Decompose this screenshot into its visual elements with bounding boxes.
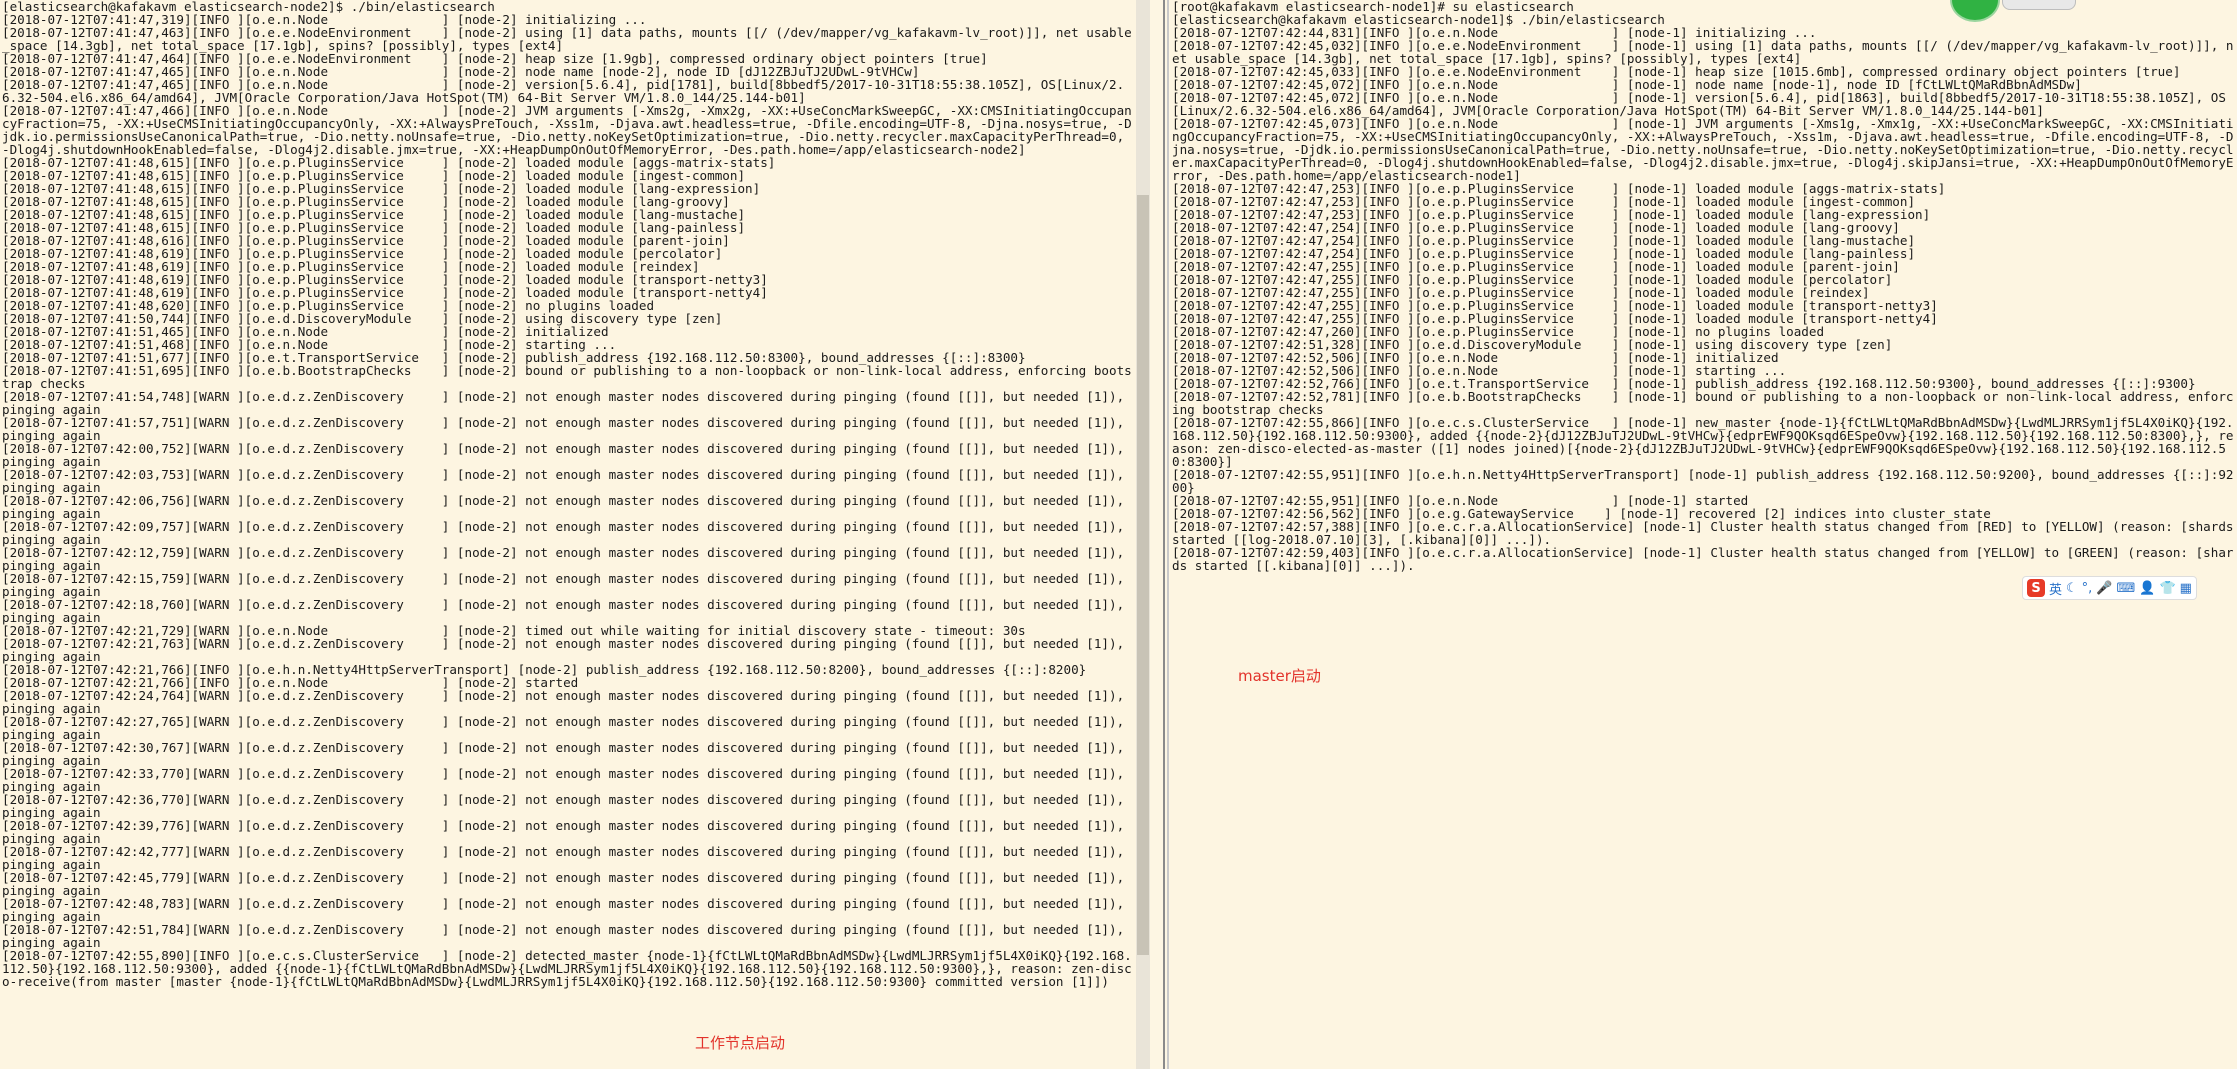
log-line: [2018-07-12T07:42:42,777][WARN ][o.e.d.z…	[2, 844, 1132, 872]
log-line: [2018-07-12T07:42:45,779][WARN ][o.e.d.z…	[2, 870, 1132, 898]
log-line: [2018-07-12T07:42:21,763][WARN ][o.e.d.z…	[2, 636, 1132, 664]
log-line: [2018-07-12T07:42:00,752][WARN ][o.e.d.z…	[2, 441, 1132, 469]
log-line: [2018-07-12T07:42:36,770][WARN ][o.e.d.z…	[2, 792, 1132, 820]
log-line: [2018-07-12T07:42:52,781][INFO ][o.e.b.B…	[1172, 389, 2234, 417]
pane-divider	[1163, 0, 1165, 1069]
log-line: [2018-07-12T07:42:57,388][INFO ][o.e.c.r…	[1172, 519, 2234, 547]
log-line: [2018-07-12T07:42:48,783][WARN ][o.e.d.z…	[2, 896, 1132, 924]
user-icon[interactable]: 👤	[2139, 581, 2155, 596]
log-line: [2018-07-12T07:41:47,463][INFO ][o.e.e.N…	[2, 25, 1132, 53]
log-line: [2018-07-12T07:42:39,776][WARN ][o.e.d.z…	[2, 818, 1132, 846]
log-line: [2018-07-12T07:42:09,757][WARN ][o.e.d.z…	[2, 519, 1132, 547]
worker-node-annotation: 工作节点启动	[695, 1034, 786, 1052]
log-line: [2018-07-12T07:42:06,756][WARN ][o.e.d.z…	[2, 493, 1132, 521]
scrollbar-thumb[interactable]	[1137, 195, 1149, 955]
punctuation-icon[interactable]: °,	[2082, 581, 2093, 596]
terminal-right[interactable]: [root@kafakavm elasticsearch-node1]# su …	[1170, 0, 2237, 1069]
floating-widget[interactable]	[2002, 0, 2076, 10]
log-line: [2018-07-12T07:42:03,753][WARN ][o.e.d.z…	[2, 467, 1132, 495]
log-line: [2018-07-12T07:41:47,466][INFO ][o.e.n.N…	[2, 103, 1132, 157]
log-line: [2018-07-12T07:41:51,695][INFO ][o.e.b.B…	[2, 363, 1132, 391]
log-line: [2018-07-12T07:42:12,759][WARN ][o.e.d.z…	[2, 545, 1132, 573]
log-line: [2018-07-12T07:42:51,784][WARN ][o.e.d.z…	[2, 922, 1132, 950]
log-line: [2018-07-12T07:42:30,767][WARN ][o.e.d.z…	[2, 740, 1132, 768]
sogou-logo-icon[interactable]: S	[2027, 579, 2045, 597]
log-line: [2018-07-12T07:42:33,770][WARN ][o.e.d.z…	[2, 766, 1132, 794]
log-line: [2018-07-12T07:42:15,759][WARN ][o.e.d.z…	[2, 571, 1132, 599]
pane-divider-shadow	[1167, 0, 1169, 1069]
moon-icon[interactable]: ☾	[2066, 581, 2078, 596]
log-line: [2018-07-12T07:42:55,866][INFO ][o.e.c.s…	[1172, 415, 2234, 469]
log-line: [2018-07-12T07:42:27,765][WARN ][o.e.d.z…	[2, 714, 1132, 742]
log-line: [2018-07-12T07:41:57,751][WARN ][o.e.d.z…	[2, 415, 1132, 443]
log-line: [2018-07-12T07:42:45,072][INFO ][o.e.n.N…	[1172, 90, 2226, 118]
master-annotation: master启动	[1238, 667, 1321, 685]
terminal-left-output: [elasticsearch@kafakavm elasticsearch-no…	[0, 0, 1136, 988]
log-line: [2018-07-12T07:42:59,403][INFO ][o.e.c.r…	[1172, 545, 2234, 573]
terminal-left-scrollbar[interactable]	[1136, 0, 1150, 1069]
microphone-icon[interactable]: 🎤	[2096, 581, 2112, 596]
ime-toolbar[interactable]: S 英 ☾ °, 🎤 ⌨ 👤 👕 ▦	[2022, 576, 2197, 600]
skin-icon[interactable]: 👕	[2159, 581, 2175, 596]
log-line: [2018-07-12T07:41:47,465][INFO ][o.e.n.N…	[2, 77, 1125, 105]
log-line: [2018-07-12T07:42:55,951][INFO ][o.e.h.n…	[1172, 467, 2234, 495]
keyboard-icon[interactable]: ⌨	[2117, 581, 2136, 596]
log-line: [2018-07-12T07:41:54,748][WARN ][o.e.d.z…	[2, 389, 1132, 417]
log-line: [2018-07-12T07:42:55,890][INFO ][o.e.c.s…	[2, 948, 1132, 989]
log-line: [2018-07-12T07:42:18,760][WARN ][o.e.d.z…	[2, 597, 1132, 625]
log-line: [2018-07-12T07:42:45,032][INFO ][o.e.e.N…	[1172, 38, 2234, 66]
log-line: [2018-07-12T07:42:45,073][INFO ][o.e.n.N…	[1172, 116, 2234, 183]
grid-icon[interactable]: ▦	[2180, 581, 2192, 596]
log-line: [2018-07-12T07:42:24,764][WARN ][o.e.d.z…	[2, 688, 1132, 716]
terminal-left[interactable]: [elasticsearch@kafakavm elasticsearch-no…	[0, 0, 1136, 1069]
terminal-right-output: [root@kafakavm elasticsearch-node1]# su …	[1170, 0, 2237, 572]
ime-language-toggle[interactable]: 英	[2049, 579, 2062, 598]
